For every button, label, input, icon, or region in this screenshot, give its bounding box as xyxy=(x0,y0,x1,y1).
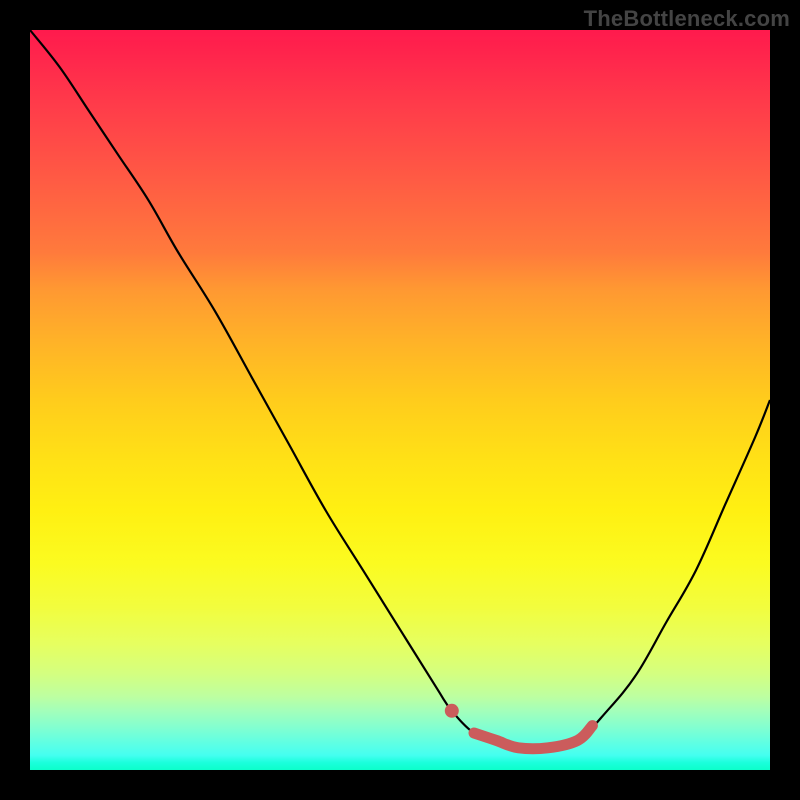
watermark-text: TheBottleneck.com xyxy=(584,6,790,32)
highlight-dot xyxy=(445,704,459,718)
bottleneck-curve-svg xyxy=(30,30,770,770)
highlight-segment xyxy=(474,726,592,749)
plot-area xyxy=(30,30,770,770)
chart-frame: TheBottleneck.com xyxy=(0,0,800,800)
bottleneck-curve xyxy=(30,30,770,749)
